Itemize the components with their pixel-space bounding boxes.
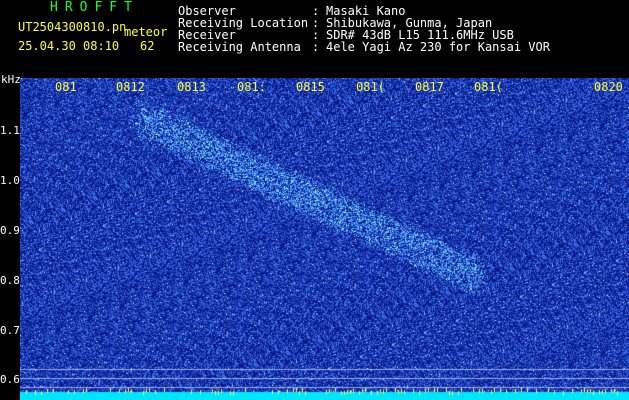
y-tick-label: 0.7 (0, 324, 20, 337)
y-tick-label: 1.1 (0, 124, 20, 137)
event-count: 62 (140, 39, 155, 53)
brand-title: HROFFT (50, 0, 139, 15)
x-tick-label: 081( (356, 80, 385, 94)
y-tick-label: 0.9 (0, 224, 20, 237)
date-time: 25.04.30 08:10 (18, 39, 120, 53)
x-tick-label: 0817 (415, 80, 444, 94)
y-tick-label: 0.8 (0, 274, 20, 287)
x-tick-label: 0812 (116, 80, 145, 94)
event-type: meteor (124, 25, 168, 39)
x-tick-label: 0813 (177, 80, 206, 94)
label-antenna: Receiving Antenna (178, 40, 301, 54)
x-tick-label: 081( (474, 80, 503, 94)
header-panel: HROFFT UT2504300810.pn meteor 25.04.30 0… (0, 0, 629, 78)
value-antenna: 4ele Yagi Az 230 for Kansai VOR (326, 40, 550, 54)
x-tick-label: 0820 (594, 80, 623, 94)
y-tick-label: 1.0 (0, 174, 20, 187)
waterfall-spectrogram (20, 78, 629, 400)
x-tick-label: 081: (237, 80, 266, 94)
file-name: UT2504300810.pn (18, 20, 127, 34)
x-tick-label: 0815 (296, 80, 325, 94)
x-tick-label: 081 (55, 80, 77, 94)
y-axis-unit: kHz (1, 73, 21, 86)
y-tick-label: 0.6 (0, 373, 20, 386)
separator: : (312, 40, 320, 54)
